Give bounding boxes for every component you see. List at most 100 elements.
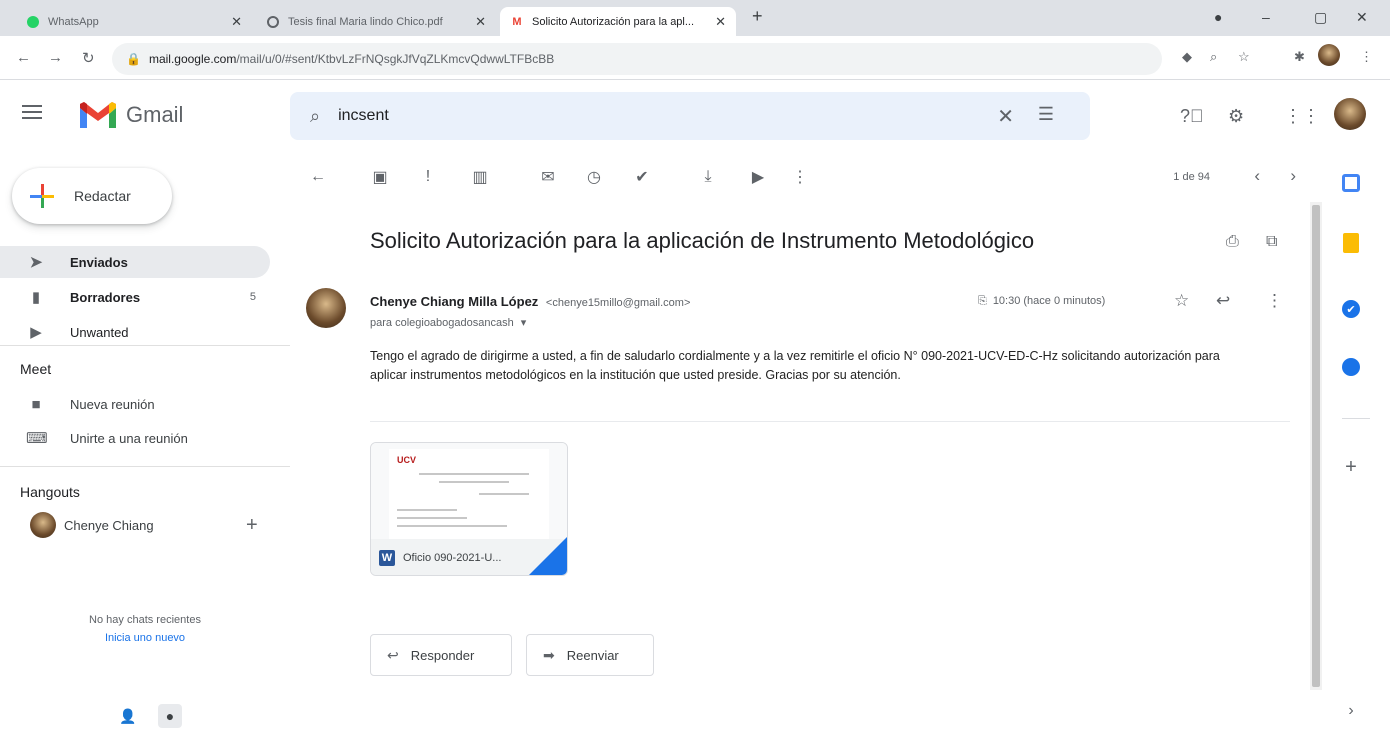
label-icon[interactable]: ▶ bbox=[748, 167, 768, 187]
send-icon: ➤ bbox=[29, 254, 43, 271]
newer-chevron-icon[interactable]: ‹ bbox=[1254, 166, 1260, 186]
url-path: /mail/u/0/#sent/KtbvLzFrNQsgkJfVqZLKmcvQ… bbox=[236, 52, 555, 66]
search-input[interactable] bbox=[338, 107, 939, 125]
sender-avatar[interactable] bbox=[306, 288, 346, 328]
lock-icon: 🔒 bbox=[126, 52, 141, 66]
gmail-favicon: M bbox=[512, 15, 522, 28]
sidebar-item-unwanted[interactable]: ▶ Unwanted bbox=[0, 320, 270, 344]
move-to-icon[interactable]: ⤓ bbox=[698, 167, 718, 187]
attachment-card[interactable]: UCV W Oficio 090-2021-U... bbox=[370, 442, 568, 576]
forward-arrow-icon[interactable]: → bbox=[48, 49, 63, 66]
gmail-logo-icon bbox=[80, 102, 116, 128]
zoom-icon[interactable]: ⌕ bbox=[1210, 49, 1217, 65]
chrome-menu-icon[interactable]: ⋮ bbox=[1360, 49, 1373, 65]
expand-details-icon: ▾ bbox=[520, 317, 527, 329]
recipient-row[interactable]: para colegioabogadosancash ▾ bbox=[370, 316, 526, 329]
apps-grid-icon[interactable]: ⋮⋮ bbox=[1284, 106, 1320, 127]
keep-icon[interactable] bbox=[1340, 232, 1362, 254]
sidebar-item-join-meeting[interactable]: ⌨ Unirte a una reunión bbox=[0, 422, 270, 454]
side-panel-divider bbox=[1342, 418, 1370, 419]
minimize-button[interactable]: – bbox=[1262, 9, 1270, 25]
attachment-fold-icon bbox=[529, 537, 567, 575]
snooze-icon[interactable]: ◷ bbox=[584, 167, 604, 187]
clear-search-icon[interactable]: ✕ bbox=[997, 104, 1014, 129]
extensions-icon[interactable]: ✱ bbox=[1294, 49, 1305, 65]
account-avatar[interactable] bbox=[1334, 98, 1366, 130]
profile-avatar[interactable] bbox=[1318, 44, 1340, 66]
reply-button[interactable]: ↩ Responder bbox=[370, 634, 512, 676]
document-thumbnail: UCV bbox=[389, 449, 549, 539]
star-icon[interactable]: ☆ bbox=[1174, 291, 1189, 311]
tab-title: WhatsApp bbox=[48, 15, 99, 28]
window-close-button[interactable]: ✕ bbox=[1356, 9, 1368, 26]
sidebar-item-label: Borradores bbox=[70, 289, 141, 305]
open-new-window-icon[interactable]: ⧉ bbox=[1266, 233, 1277, 251]
settings-gear-icon[interactable]: ⚙ bbox=[1228, 106, 1244, 127]
delete-icon[interactable]: ▥ bbox=[470, 167, 490, 187]
sender-name[interactable]: Chenye Chiang Milla López bbox=[370, 294, 538, 309]
main-menu-icon[interactable] bbox=[22, 105, 42, 119]
sidebar-item-sent[interactable]: ➤ Enviados bbox=[0, 246, 270, 278]
help-icon[interactable]: ?⃝ bbox=[1180, 106, 1204, 127]
add-task-icon[interactable]: ✔ bbox=[632, 167, 652, 187]
search-bar: ⌕ ✕ ☰ bbox=[290, 92, 1090, 140]
archive-icon[interactable]: ▣ bbox=[370, 167, 390, 187]
forward-button[interactable]: ➡ Reenviar bbox=[526, 634, 654, 676]
reply-icon: ↩ bbox=[387, 646, 399, 663]
add-addon-icon[interactable]: + bbox=[1340, 456, 1362, 478]
word-doc-icon: W bbox=[379, 550, 395, 566]
email-view: Solicito Autorización para la aplicación… bbox=[290, 202, 1320, 739]
keyboard-icon: ⌨ bbox=[26, 430, 48, 447]
close-icon[interactable]: ✕ bbox=[475, 14, 486, 30]
tab-gmail[interactable]: M Solicito Autorización para la apl... ✕ bbox=[500, 7, 736, 36]
reload-icon[interactable]: ↻ bbox=[82, 49, 95, 67]
start-chat-link[interactable]: Inicia uno nuevo bbox=[0, 632, 290, 644]
tab-pdf[interactable]: Tesis final Maria lindo Chico.pdf ✕ bbox=[256, 7, 496, 36]
new-tab-button[interactable]: + bbox=[752, 6, 763, 27]
hangouts-user-name: Chenye Chiang bbox=[64, 517, 154, 533]
no-chats-text: No hay chats recientes bbox=[89, 614, 201, 626]
sidebar-item-new-meeting[interactable]: ■ Nueva reunión bbox=[0, 388, 270, 420]
older-chevron-icon[interactable]: › bbox=[1290, 166, 1296, 186]
person-icon[interactable]: 👤 bbox=[116, 704, 140, 728]
meet-title: Meet bbox=[20, 361, 52, 377]
hangouts-chat-icon[interactable]: ● bbox=[158, 704, 182, 728]
tab-whatsapp[interactable]: WhatsApp ✕ bbox=[16, 7, 252, 36]
sidebar-item-label: Unirte a una reunión bbox=[70, 430, 188, 446]
add-chat-icon[interactable]: + bbox=[246, 514, 258, 537]
mark-unread-icon[interactable]: ✉ bbox=[538, 167, 558, 187]
calendar-icon[interactable] bbox=[1340, 172, 1362, 194]
close-icon[interactable]: ✕ bbox=[231, 14, 242, 30]
sender-name-row: Chenye Chiang Milla López <chenye15millo… bbox=[370, 294, 690, 309]
sidebar-item-drafts[interactable]: ▮ Borradores 5 bbox=[0, 281, 270, 313]
profile-dot-icon[interactable]: ● bbox=[1214, 9, 1222, 25]
sidebar-item-label: Nueva reunión bbox=[70, 396, 155, 412]
tasks-icon[interactable]: ✔ bbox=[1340, 298, 1362, 320]
label-icon: ▶ bbox=[30, 324, 42, 341]
hangouts-user[interactable]: Chenye Chiang bbox=[30, 512, 154, 538]
back-arrow-icon[interactable]: ← bbox=[308, 167, 328, 187]
maximize-button[interactable]: ▢ bbox=[1314, 9, 1327, 26]
search-icon[interactable]: ⌕ bbox=[310, 106, 320, 127]
ucv-logo: UCV bbox=[397, 455, 417, 465]
close-icon[interactable]: ✕ bbox=[715, 14, 726, 30]
divider bbox=[370, 421, 1290, 422]
message-time: 10:30 (hace 0 minutos) bbox=[992, 295, 1106, 307]
message-more-icon[interactable]: ⋮ bbox=[1266, 291, 1283, 311]
forward-icon: ➡ bbox=[543, 646, 555, 663]
contacts-icon[interactable] bbox=[1340, 356, 1362, 378]
more-options-icon[interactable]: ⋮ bbox=[790, 167, 810, 187]
expand-panel-chevron-icon[interactable]: › bbox=[1340, 700, 1362, 722]
key-icon[interactable]: ◆ bbox=[1182, 49, 1192, 65]
url-field[interactable]: 🔒 mail.google.com /mail/u/0/#sent/KtbvLz… bbox=[112, 43, 1162, 75]
reply-icon[interactable]: ↩ bbox=[1216, 291, 1230, 311]
reply-label: Responder bbox=[410, 647, 475, 663]
print-icon[interactable]: ⎙ bbox=[1226, 233, 1239, 251]
bookmark-star-icon[interactable]: ☆ bbox=[1238, 49, 1250, 65]
compose-button[interactable]: Redactar bbox=[12, 168, 172, 224]
search-options-icon[interactable]: ☰ bbox=[1038, 104, 1054, 125]
tab-title: Solicito Autorización para la apl... bbox=[532, 15, 695, 28]
report-spam-icon[interactable]: ! bbox=[418, 167, 438, 187]
back-arrow-icon[interactable]: ← bbox=[16, 49, 31, 66]
scrollbar-thumb[interactable] bbox=[1312, 205, 1320, 687]
